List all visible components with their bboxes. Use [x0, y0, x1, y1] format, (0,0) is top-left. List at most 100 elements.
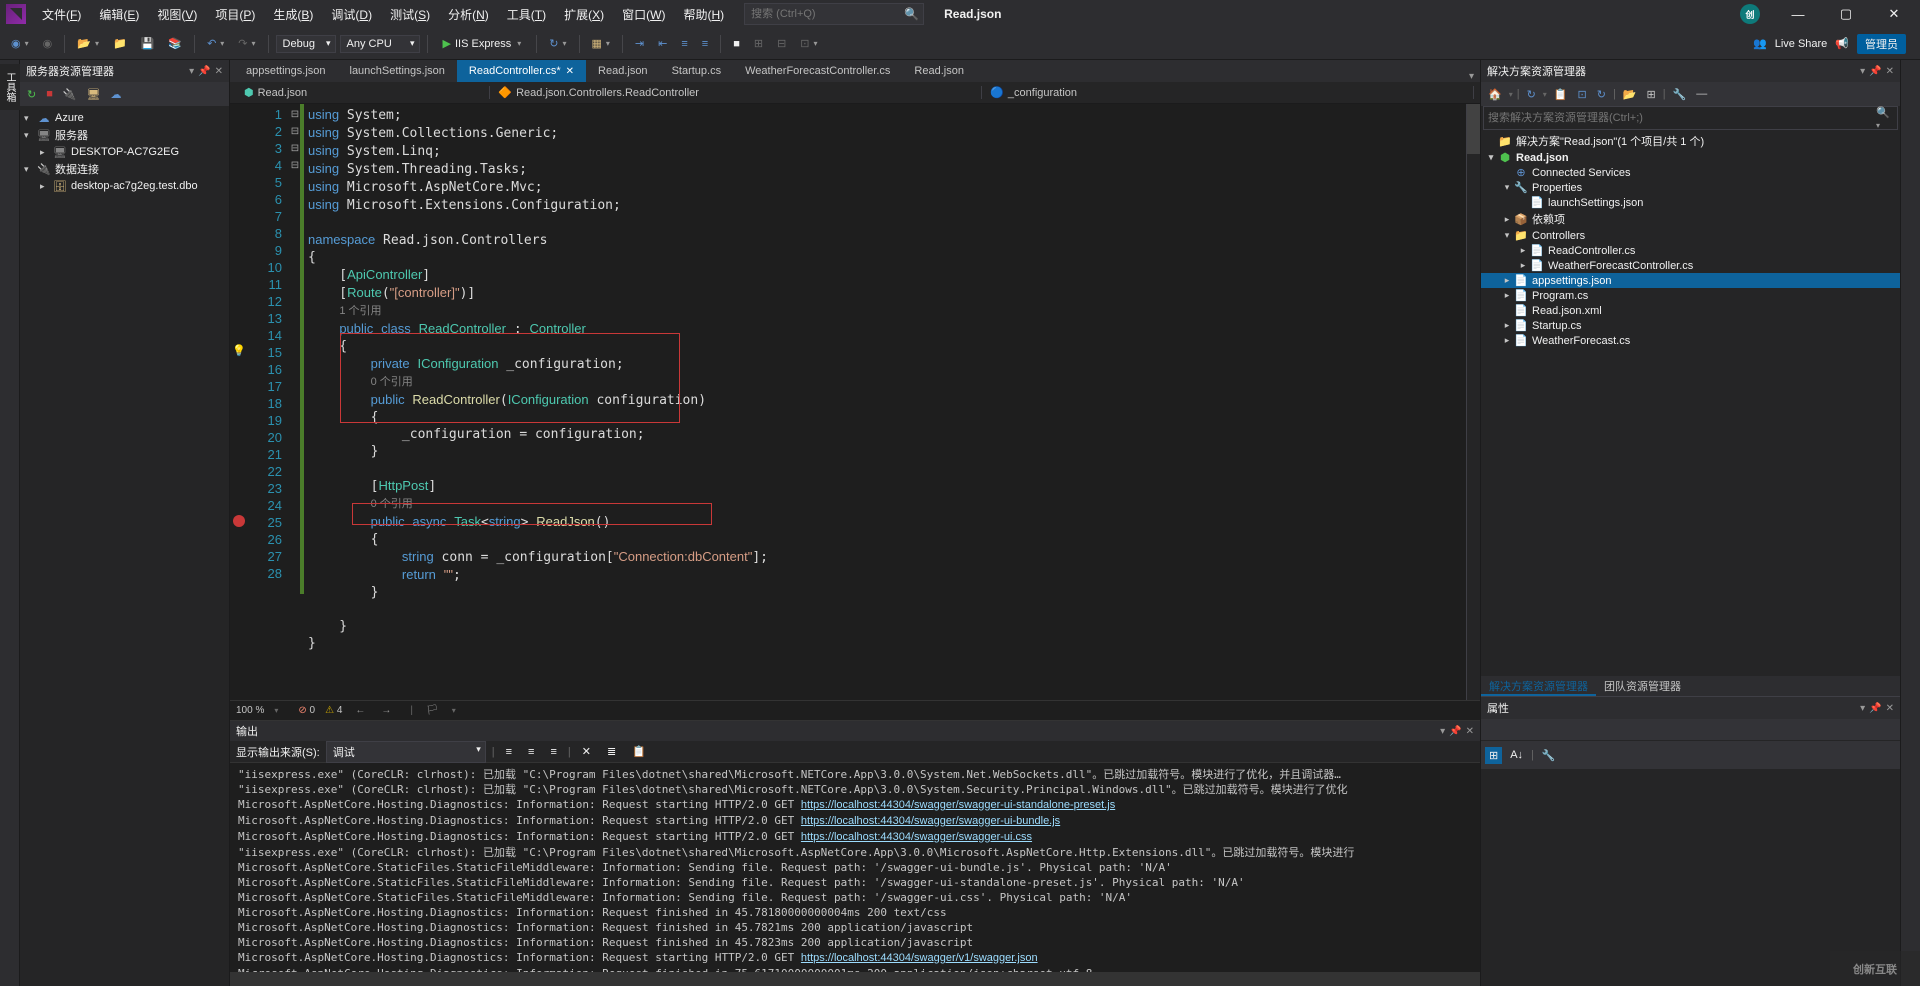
- close-panel-icon[interactable]: ✕: [215, 66, 223, 77]
- output-tool-6[interactable]: 📋: [627, 742, 651, 761]
- toolbox-tab[interactable]: 工具箱: [0, 64, 20, 110]
- tree-row[interactable]: ▾🔌数据连接: [20, 160, 229, 178]
- pin-icon[interactable]: 📌: [198, 66, 210, 77]
- menu-测试[interactable]: 测试(S): [382, 2, 438, 27]
- flag-icon[interactable]: 🏳: [423, 705, 442, 716]
- server-icon[interactable]: 🖥: [84, 86, 104, 103]
- solution-tree-row[interactable]: 📄launchSettings.json: [1481, 195, 1900, 210]
- file-tab[interactable]: Read.json: [586, 60, 660, 82]
- scroll-map[interactable]: ▭ ⊕: [1466, 104, 1480, 700]
- output-dropdown-icon[interactable]: ▾: [1440, 726, 1445, 737]
- refresh-button[interactable]: ↻▾: [544, 34, 571, 53]
- sol-tool-6[interactable]: ⊞: [1644, 86, 1659, 103]
- run-button[interactable]: ▶IIS Express▾: [435, 34, 530, 53]
- tab-solution-explorer[interactable]: 解决方案资源管理器: [1481, 676, 1596, 696]
- search-input[interactable]: [745, 8, 923, 20]
- output-tool-2[interactable]: ≡: [523, 743, 539, 761]
- menu-窗口[interactable]: 窗口(W): [614, 2, 673, 27]
- code-content[interactable]: using System; using System.Collections.G…: [302, 104, 1466, 700]
- file-tab[interactable]: ReadController.cs* ✕: [457, 60, 586, 82]
- menu-扩展[interactable]: 扩展(X): [556, 2, 612, 27]
- tool-btn-8[interactable]: ⊟: [772, 34, 791, 53]
- props-wrench-icon[interactable]: 🔧: [1537, 746, 1561, 765]
- props-dropdown-icon[interactable]: ▾: [1860, 703, 1865, 714]
- solution-tree-row[interactable]: ▸📄WeatherForecast.cs: [1481, 333, 1900, 348]
- connect-icon[interactable]: 🔌: [60, 86, 80, 103]
- props-pin-icon[interactable]: 📌: [1869, 703, 1881, 714]
- tool-btn-5[interactable]: ≡: [697, 35, 713, 53]
- menu-生成[interactable]: 生成(B): [265, 2, 321, 27]
- undo-button[interactable]: ↶▾: [202, 34, 229, 53]
- quick-launch[interactable]: 🔍: [744, 3, 924, 25]
- file-tab[interactable]: launchSettings.json: [338, 60, 457, 82]
- solution-tree-row[interactable]: ▾🔧Properties: [1481, 180, 1900, 195]
- solution-tree-row[interactable]: ▾⬢Read.json: [1481, 150, 1900, 165]
- menu-调试[interactable]: 调试(D): [323, 2, 380, 27]
- solution-search[interactable]: 🔍▾: [1483, 106, 1898, 130]
- output-tool-1[interactable]: ≡: [501, 743, 517, 761]
- menu-文件[interactable]: 文件(F): [34, 2, 89, 27]
- output-source-dropdown[interactable]: 调试: [326, 741, 486, 763]
- sol-tool-1[interactable]: ↻: [1524, 86, 1539, 103]
- save-button[interactable]: 💾: [136, 34, 160, 53]
- context-class[interactable]: 🔶Read.json.Controllers.ReadController: [490, 86, 982, 99]
- menu-编辑[interactable]: 编辑(E): [91, 2, 147, 27]
- config-dropdown[interactable]: Debug: [276, 35, 336, 53]
- solution-tree-row[interactable]: ▸📦依赖项: [1481, 210, 1900, 228]
- zoom-level[interactable]: 100 %: [236, 705, 264, 716]
- liveshare-icon[interactable]: 👥: [1753, 37, 1767, 50]
- solution-tree-row[interactable]: ▸📄appsettings.json: [1481, 273, 1900, 288]
- output-content[interactable]: "iisexpress.exe" (CoreCLR: clrhost): 已加载…: [230, 763, 1480, 972]
- stop-icon[interactable]: ■: [43, 86, 56, 102]
- tool-btn-6[interactable]: ■: [728, 35, 745, 53]
- close-button[interactable]: ✕: [1874, 3, 1914, 25]
- file-tab[interactable]: WeatherForecastController.cs: [733, 60, 902, 82]
- platform-dropdown[interactable]: Any CPU: [340, 35, 420, 53]
- maximize-button[interactable]: ▢: [1826, 3, 1866, 25]
- sol-refresh-icon[interactable]: ↻: [1594, 86, 1609, 103]
- output-close-icon[interactable]: ✕: [1466, 726, 1474, 737]
- solution-tree-row[interactable]: ▸📄WeatherForecastController.cs: [1481, 258, 1900, 273]
- close-tab-icon[interactable]: ✕: [566, 66, 574, 77]
- solution-tree-row[interactable]: 📄Read.json.xml: [1481, 303, 1900, 318]
- sol-sync-icon[interactable]: ⊡: [1575, 86, 1590, 103]
- tab-team-explorer[interactable]: 团队资源管理器: [1596, 676, 1689, 696]
- open-button[interactable]: 📁: [108, 34, 132, 53]
- menu-视图[interactable]: 视图(V): [149, 2, 205, 27]
- tool-btn-2[interactable]: ⇥: [630, 34, 649, 53]
- solution-tree-row[interactable]: ⊕Connected Services: [1481, 165, 1900, 180]
- code-editor[interactable]: 💡 12345678910111213141516171819202122232…: [230, 104, 1480, 700]
- minimize-button[interactable]: —: [1778, 3, 1818, 25]
- solution-tree-row[interactable]: ▸📄ReadController.cs: [1481, 243, 1900, 258]
- props-close-icon[interactable]: ✕: [1886, 703, 1894, 714]
- sol-home-icon[interactable]: 🏠: [1485, 86, 1505, 103]
- nav-prev-icon[interactable]: ←: [352, 705, 368, 716]
- breakpoint-gutter[interactable]: 💡: [230, 104, 248, 700]
- tree-row[interactable]: ▸🖥DESKTOP-AC7G2EG: [20, 144, 229, 160]
- solution-tree-row[interactable]: ▾📁Controllers: [1481, 228, 1900, 243]
- nav-back-button[interactable]: ◉▾: [6, 34, 34, 53]
- sol-tool-2[interactable]: 📋: [1551, 86, 1571, 103]
- nav-fwd-button[interactable]: ◉: [38, 34, 58, 53]
- tree-row[interactable]: ▾☁Azure: [20, 110, 229, 126]
- tool-btn-3[interactable]: ⇤: [653, 34, 672, 53]
- save-all-button[interactable]: 📚: [163, 34, 187, 53]
- props-categorized-icon[interactable]: ⊞: [1485, 747, 1502, 764]
- search-icon[interactable]: 🔍: [904, 7, 919, 21]
- azure-icon[interactable]: ☁: [108, 86, 125, 103]
- tool-btn-7[interactable]: ⊞: [749, 34, 768, 53]
- file-tab[interactable]: Read.json: [902, 60, 976, 82]
- sol-pin-icon[interactable]: 📌: [1869, 66, 1881, 77]
- menu-工具[interactable]: 工具(T): [499, 2, 554, 27]
- tree-row[interactable]: ▸🗄desktop-ac7g2eg.test.dbo: [20, 178, 229, 194]
- menu-项目[interactable]: 项目(P): [207, 2, 263, 27]
- tab-overflow-icon[interactable]: ▾: [1463, 71, 1480, 82]
- nav-next-icon[interactable]: →: [378, 705, 394, 716]
- output-scrollbar[interactable]: [230, 972, 1480, 986]
- tree-row[interactable]: ▾🖥服务器: [20, 126, 229, 144]
- context-member[interactable]: 🔵_configuration: [982, 86, 1474, 99]
- sol-tool-5[interactable]: 📂: [1620, 86, 1640, 103]
- output-wrap-icon[interactable]: ≣: [602, 742, 621, 761]
- sol-tool-8[interactable]: —: [1693, 86, 1710, 102]
- menu-分析[interactable]: 分析(N): [440, 2, 497, 27]
